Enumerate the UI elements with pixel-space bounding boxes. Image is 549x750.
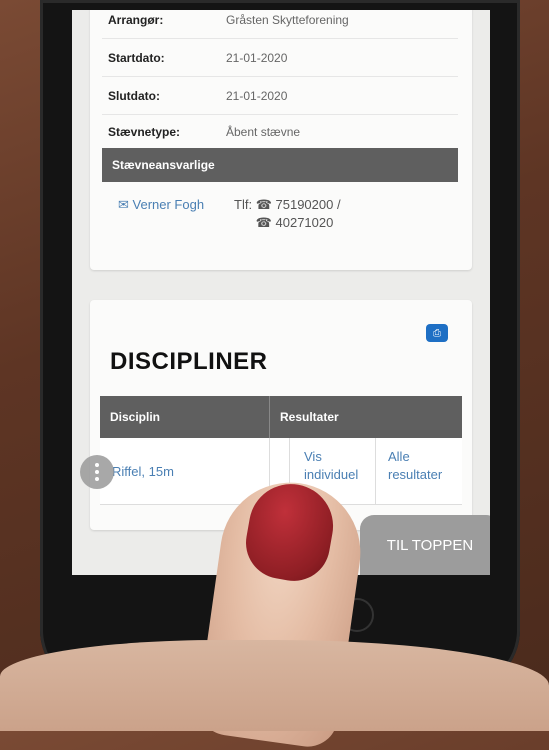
info-value: Åbent stævne [226,125,301,139]
discipline-name-link[interactable]: Riffel, 15m [100,438,270,504]
to-top-button[interactable]: TIL TOPPEN [360,515,490,575]
info-value: 21-01-2020 [226,51,288,65]
info-label: Stævnetype: [108,125,181,139]
phone-number-1[interactable]: 75190200 / [276,197,341,212]
info-row-end-date: Slutdato: 21-01-2020 [102,78,458,115]
tel-label: Tlf: [234,197,253,212]
contact-name: Verner Fogh [132,197,205,212]
event-info-card: Arrangør: Gråsten Skytteforening Startda… [90,10,472,270]
info-value: 21-01-2020 [226,89,288,103]
all-results-link[interactable]: Alle resultater [376,438,462,504]
disciplines-title: DISCIPLINER [110,348,268,375]
print-button[interactable]: ⎙ [426,324,448,342]
info-label: Startdato: [108,51,165,65]
print-icon: ⎙ [433,327,441,339]
info-label: Arrangør: [108,13,164,27]
contact-name-link[interactable]: ✉ Verner Fogh [118,196,208,214]
contact-block: ✉ Verner Fogh Tlf: ☎ 75190200 / ☎ 402710… [102,184,458,246]
more-menu-button[interactable] [80,455,114,489]
phone-icon: ☎ [255,215,272,230]
phone-icon: ☎ [255,197,272,212]
col-results: Resultater [280,410,339,424]
phone-number-2[interactable]: 40271020 [276,215,334,230]
info-label: Slutdato: [108,89,160,103]
contact-phone: Tlf: ☎ 75190200 / ☎ 40271020 [234,196,341,232]
info-row-event-type: Stævnetype: Åbent stævne [102,114,458,151]
info-row-organizer: Arrangør: Gråsten Skytteforening [102,10,458,39]
responsible-header: Stævneansvarlige [102,148,458,182]
table-header: Disciplin Resultater [100,396,462,438]
info-row-start-date: Startdato: 21-01-2020 [102,40,458,77]
mail-icon: ✉ [118,197,133,212]
hand [0,640,549,731]
info-value: Gråsten Skytteforening [226,13,349,27]
col-discipline: Disciplin [100,396,270,438]
